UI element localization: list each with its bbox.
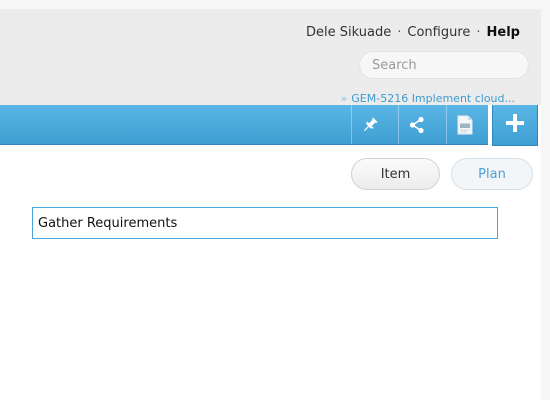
breadcrumb: » GEM-5216 Implement cloud... — [341, 92, 515, 105]
blue-toolbar — [0, 105, 488, 145]
nav-separator: · — [397, 25, 402, 40]
add-button[interactable] — [492, 105, 538, 146]
pin-icon — [361, 116, 379, 134]
share-icon — [408, 116, 426, 134]
pin-button[interactable] — [351, 105, 388, 144]
plan-mode-button[interactable]: Plan — [451, 158, 533, 190]
right-edge-strip — [541, 0, 550, 400]
plus-icon — [504, 112, 526, 138]
search-input[interactable] — [359, 51, 529, 79]
help-link[interactable]: Help — [487, 25, 520, 40]
breadcrumb-link[interactable]: GEM-5216 Implement cloud... — [351, 92, 515, 105]
pdf-icon — [457, 115, 473, 135]
top-header: Dele Sikuade · Configure · Help »GEM-5216 Im… — [0, 0, 541, 105]
user-nav: Dele Sikuade · Configure · Help — [306, 25, 520, 40]
breadcrumb-chevron: » — [340, 92, 348, 105]
share-button[interactable] — [398, 105, 435, 144]
user-name-link[interactable]: Dele Sikuade — [306, 25, 391, 40]
pdf-button[interactable] — [446, 105, 483, 144]
item-mode-button[interactable]: Item — [351, 158, 440, 190]
configure-link[interactable]: Configure — [407, 25, 470, 40]
item-name-input[interactable] — [32, 207, 498, 239]
nav-separator: · — [476, 25, 481, 40]
